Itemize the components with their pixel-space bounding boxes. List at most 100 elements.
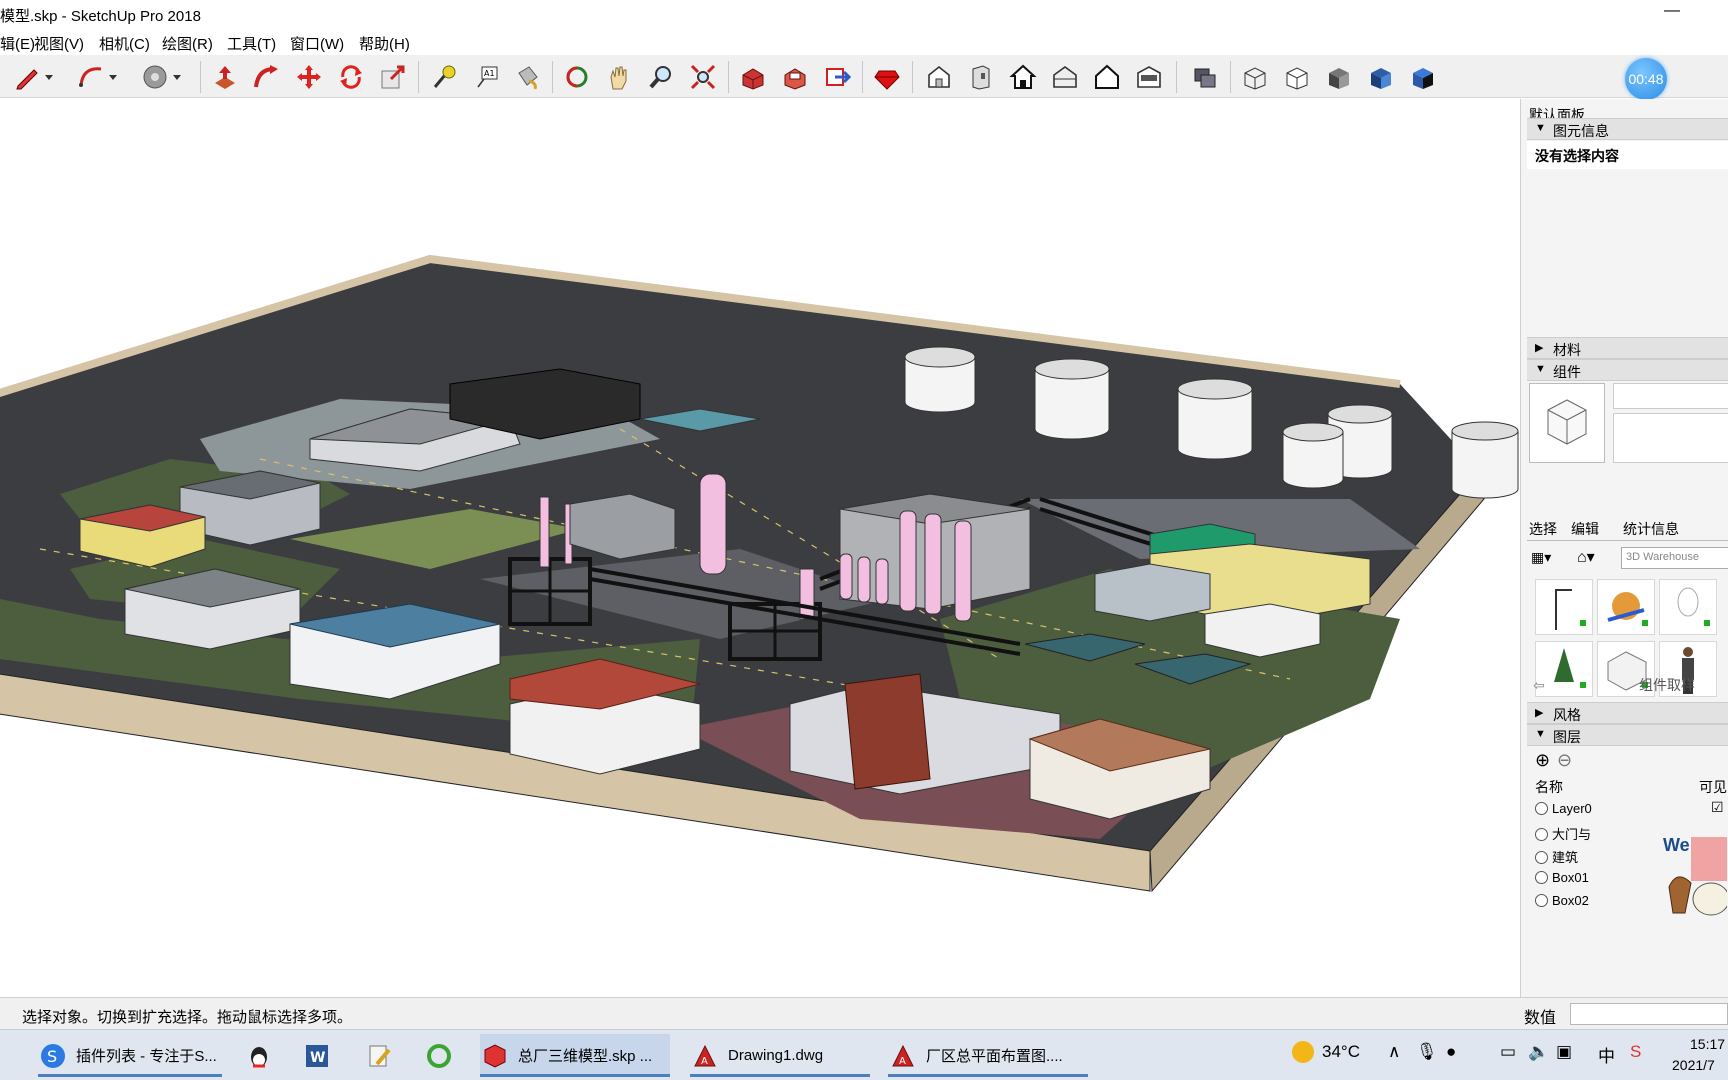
layer-radio[interactable] xyxy=(1535,851,1548,864)
taskbar-app-word[interactable]: W xyxy=(302,1034,342,1077)
taskbar-app-browser[interactable]: S 插件列表 - 专注于S... xyxy=(38,1034,222,1077)
app-tray-icon[interactable]: ● xyxy=(1446,1042,1456,1062)
component-sample-scene[interactable] xyxy=(1597,579,1655,635)
layer-name-header[interactable]: 名称 xyxy=(1535,777,1563,797)
extension-warehouse-icon[interactable] xyxy=(778,60,812,94)
clock-date[interactable]: 2021/7 xyxy=(1672,1057,1715,1073)
component-description-field[interactable] xyxy=(1613,413,1728,463)
battery-icon[interactable]: ▭ xyxy=(1500,1042,1516,1062)
delete-layer-icon[interactable]: ⊖ xyxy=(1557,750,1572,771)
pencil-icon[interactable] xyxy=(10,60,44,94)
measurement-input[interactable] xyxy=(1570,1003,1728,1025)
menu-camera[interactable]: 相机(C) xyxy=(99,33,150,54)
right-view-icon[interactable] xyxy=(1006,60,1040,94)
taskbar-app-refresh[interactable] xyxy=(424,1034,464,1077)
warehouse-search-input[interactable]: 3D Warehouse xyxy=(1621,547,1728,569)
paint-icon[interactable] xyxy=(510,60,544,94)
taskbar-app-sketchup[interactable]: 总厂三维模型.skp ... xyxy=(480,1034,670,1077)
send-to-layout-icon[interactable] xyxy=(820,60,854,94)
view-options-icon[interactable]: ▦▾ xyxy=(1531,549,1551,566)
entity-info-header[interactable]: ▼ 图元信息 xyxy=(1527,118,1728,140)
ruby-icon[interactable] xyxy=(870,60,904,94)
components-header[interactable]: ▼ 组件 xyxy=(1527,359,1728,381)
menu-help[interactable]: 帮助(H) xyxy=(359,33,410,54)
microphone-icon[interactable]: 🎙 xyxy=(1416,1042,1438,1062)
zoom-icon[interactable] xyxy=(644,60,678,94)
back-view-icon[interactable] xyxy=(1048,60,1082,94)
component-sample-label[interactable]: 组件取样 xyxy=(1639,675,1695,695)
paint-bucket-icon[interactable] xyxy=(138,60,172,94)
pan-icon[interactable] xyxy=(602,60,636,94)
home-icon[interactable]: ⌂▾ xyxy=(1577,547,1595,567)
sogou-icon[interactable]: S xyxy=(1630,1042,1641,1062)
top-view-icon[interactable] xyxy=(1132,60,1166,94)
minimize-button[interactable]: — xyxy=(1664,2,1680,20)
visible-checkbox[interactable]: ☑ xyxy=(1711,799,1724,816)
model-viewport[interactable] xyxy=(0,99,1520,997)
shaded-textures-icon[interactable] xyxy=(1364,60,1398,94)
layer-row[interactable]: Layer0 xyxy=(1535,801,1592,823)
tape-measure-icon[interactable] xyxy=(428,60,462,94)
hidden-line-icon[interactable] xyxy=(1280,60,1314,94)
layer-radio[interactable] xyxy=(1535,894,1548,907)
collapse-arrow-icon: ▶ xyxy=(1535,707,1544,719)
wireframe-icon[interactable] xyxy=(1238,60,1272,94)
recording-timer[interactable]: 00:48 xyxy=(1625,58,1667,100)
clock-time[interactable]: 15:17 xyxy=(1690,1036,1725,1052)
materials-header[interactable]: ▶ 材料 xyxy=(1527,337,1728,359)
tab-select[interactable]: 选择 xyxy=(1529,519,1557,539)
layer-radio[interactable] xyxy=(1535,828,1548,841)
arc-dropdown-icon[interactable] xyxy=(106,60,120,94)
tab-statistics[interactable]: 统计信息 xyxy=(1623,519,1679,539)
menu-draw[interactable]: 绘图(R) xyxy=(162,33,213,54)
monochrome-icon[interactable] xyxy=(1406,60,1440,94)
shaded-icon[interactable] xyxy=(1322,60,1356,94)
taskbar-app-qq[interactable] xyxy=(244,1034,284,1077)
menu-view[interactable]: 视图(V) xyxy=(34,33,84,54)
menu-edit[interactable]: 辑(E) xyxy=(0,33,35,54)
pencil-dropdown-icon[interactable] xyxy=(42,60,56,94)
layer-row[interactable]: 大门与 xyxy=(1535,824,1591,846)
weather-temp[interactable]: 34°C xyxy=(1322,1042,1360,1062)
menu-tools[interactable]: 工具(T) xyxy=(227,33,276,54)
paint-dropdown-icon[interactable] xyxy=(170,60,184,94)
layer-radio[interactable] xyxy=(1535,871,1548,884)
move-icon[interactable] xyxy=(292,60,326,94)
component-tree-outline[interactable] xyxy=(1659,579,1717,635)
entity-info-text: 没有选择内容 xyxy=(1535,148,1619,164)
taskbar-app-autocad[interactable]: A Drawing1.dwg xyxy=(690,1034,870,1077)
follow-me-icon[interactable] xyxy=(249,60,283,94)
front-view-icon[interactable] xyxy=(964,60,998,94)
layers-header[interactable]: ▼ 图层 xyxy=(1527,724,1728,746)
text-icon[interactable]: A1 xyxy=(470,60,504,94)
iso-view-icon[interactable] xyxy=(922,60,956,94)
tab-edit[interactable]: 编辑 xyxy=(1571,519,1599,539)
rotate-icon[interactable] xyxy=(334,60,368,94)
layer-row[interactable]: 建筑 xyxy=(1535,847,1578,869)
styles-header[interactable]: ▶ 风格 xyxy=(1527,702,1728,724)
layer-row[interactable]: Box01 xyxy=(1535,870,1589,892)
network-icon[interactable]: ▣ xyxy=(1556,1042,1572,1062)
ime-indicator[interactable]: 中 xyxy=(1598,1042,1615,1067)
warehouse-icon[interactable] xyxy=(736,60,770,94)
menu-window[interactable]: 窗口(W) xyxy=(290,33,344,54)
layer-visible-header[interactable]: 可见 xyxy=(1699,777,1727,797)
tray-overflow-icon[interactable]: ∧ xyxy=(1388,1042,1400,1062)
orbit-icon[interactable] xyxy=(560,60,594,94)
back-arrow-icon[interactable]: ⇦ xyxy=(1533,677,1545,694)
zoom-extents-icon[interactable] xyxy=(686,60,720,94)
taskbar-app-notepad[interactable] xyxy=(364,1034,404,1077)
layer-radio[interactable] xyxy=(1535,802,1548,815)
component-name-field[interactable] xyxy=(1613,383,1728,409)
push-pull-icon[interactable] xyxy=(208,60,242,94)
volume-icon[interactable]: 🔈 xyxy=(1528,1042,1549,1062)
add-layer-icon[interactable]: ⊕ xyxy=(1535,750,1550,771)
scale-icon[interactable] xyxy=(376,60,410,94)
taskbar-app-autocad-2[interactable]: A 厂区总平面布置图.... xyxy=(888,1034,1088,1077)
left-view-icon[interactable] xyxy=(1090,60,1124,94)
weather-sun-icon[interactable] xyxy=(1290,1039,1316,1070)
layer-row[interactable]: Box02 xyxy=(1535,893,1589,915)
component-street-lamp[interactable] xyxy=(1535,579,1593,635)
arc-icon[interactable] xyxy=(74,60,108,94)
xray-icon[interactable] xyxy=(1188,60,1222,94)
